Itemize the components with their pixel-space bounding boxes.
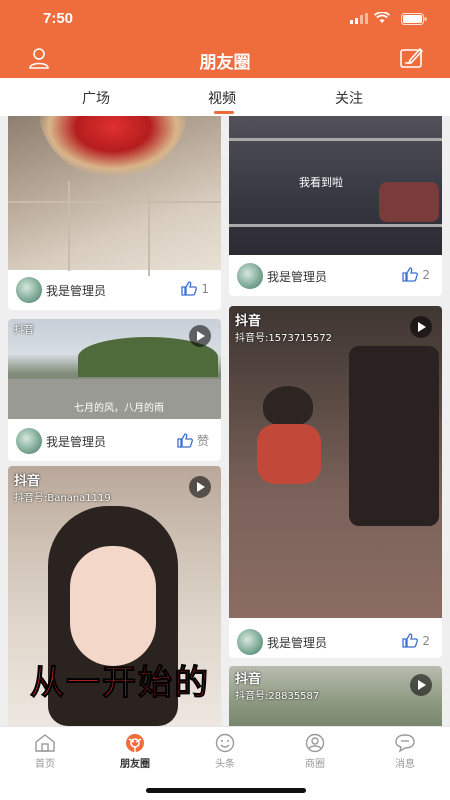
video-thumbnail[interactable]: 我看到啦: [229, 116, 442, 255]
video-thumbnail[interactable]: [8, 116, 221, 276]
nav-home[interactable]: 首页: [15, 733, 75, 770]
message-icon: [395, 734, 415, 753]
nav-moments[interactable]: 朋友圈: [105, 733, 165, 770]
video-card[interactable]: 抖音 七月的风，八月的雨 我是管理员 赞: [8, 319, 221, 461]
username[interactable]: 我是管理员: [46, 433, 106, 450]
like-button[interactable]: 2: [402, 633, 430, 648]
video-card[interactable]: 抖音 抖音号:28835587: [229, 666, 442, 726]
video-card[interactable]: 抖音 抖音号:Banana1119 从一开始的: [8, 466, 221, 726]
nav-headlines[interactable]: 头条: [195, 733, 255, 770]
video-feed[interactable]: 我是管理员 1 抖音 七月的风，八月的雨 我是管理员 赞 抖音 抖音号:Bana…: [0, 116, 450, 726]
card-meta: 我是管理员 2: [229, 622, 442, 658]
watermark: 抖音 抖音号:1573715572: [235, 314, 332, 344]
app-header: 7:50 朋友圈: [0, 0, 450, 78]
tab-square[interactable]: 广场: [82, 88, 110, 108]
thumbs-up-icon: [402, 267, 419, 282]
avatar[interactable]: [16, 428, 42, 454]
signal-icon: [350, 13, 368, 24]
like-count: 赞: [196, 434, 209, 448]
face-shape: [70, 546, 156, 666]
watermark: 抖音: [14, 325, 34, 336]
thumbs-up-icon: [177, 433, 193, 448]
video-thumbnail[interactable]: 抖音 抖音号:28835587: [229, 666, 442, 726]
moments-icon: [126, 734, 144, 752]
username[interactable]: 我是管理员: [46, 282, 106, 299]
like-count: 2: [422, 633, 430, 648]
chair-shape: [349, 346, 439, 526]
video-caption: 七月的风，八月的雨: [74, 403, 164, 414]
avatar[interactable]: [237, 263, 263, 289]
watermark: 抖音 抖音号:28835587: [235, 672, 320, 702]
home-indicator: [146, 788, 306, 793]
toy-image: [38, 116, 188, 176]
tab-video[interactable]: 视频: [208, 88, 236, 108]
status-bar: 7:50: [0, 0, 450, 38]
like-count: 1: [201, 281, 209, 296]
watermark: 抖音 抖音号:Banana1119: [14, 474, 111, 504]
username[interactable]: 我是管理员: [267, 634, 327, 651]
status-time: 7:50: [43, 10, 74, 27]
thumbs-up-icon: [402, 633, 419, 648]
like-button[interactable]: 1: [181, 281, 209, 296]
tab-bar: 广场 视频 关注: [0, 78, 450, 116]
shop-icon: [305, 733, 325, 753]
video-card[interactable]: 我是管理员 1: [8, 116, 221, 310]
avatar[interactable]: [237, 629, 263, 655]
tab-following[interactable]: 关注: [335, 88, 363, 108]
video-thumbnail[interactable]: 抖音 抖音号:1573715572: [229, 306, 442, 618]
like-button[interactable]: 2: [402, 267, 430, 282]
video-thumbnail[interactable]: 抖音 抖音号:Banana1119 从一开始的: [8, 466, 221, 726]
play-icon[interactable]: [189, 325, 211, 347]
play-icon[interactable]: [410, 316, 432, 338]
card-meta: 我是管理员 1: [8, 270, 221, 310]
video-caption: 我看到啦: [299, 176, 343, 189]
nav-bar: 朋友圈: [0, 38, 450, 78]
tab-indicator: [214, 111, 234, 114]
card-meta: 我是管理员 赞: [8, 421, 221, 461]
avatar[interactable]: [16, 277, 42, 303]
nav-shop[interactable]: 商圈: [285, 733, 345, 770]
clothes-shape: [379, 182, 439, 222]
like-button[interactable]: 赞: [177, 432, 209, 449]
battery-icon: [401, 13, 427, 25]
wifi-icon: [374, 12, 390, 23]
home-icon: [35, 734, 55, 752]
page-title: 朋友圈: [199, 53, 251, 73]
nav-messages[interactable]: 消息: [375, 733, 435, 770]
thumbs-up-icon: [181, 281, 198, 296]
like-count: 2: [422, 267, 430, 282]
card-meta: 我是管理员 2: [229, 256, 442, 296]
video-thumbnail[interactable]: 抖音 七月的风，八月的雨: [8, 319, 221, 419]
smile-icon: [215, 733, 235, 753]
video-card[interactable]: 我看到啦 我是管理员 2: [229, 116, 442, 296]
play-icon[interactable]: [189, 476, 211, 498]
play-icon[interactable]: [410, 674, 432, 696]
video-caption: 从一开始的: [30, 663, 210, 704]
cat-head-shape: [263, 386, 313, 426]
video-card[interactable]: 抖音 抖音号:1573715572 我是管理员 2: [229, 306, 442, 658]
username[interactable]: 我是管理员: [267, 268, 327, 285]
cat-sweater-shape: [257, 424, 321, 484]
edit-icon[interactable]: [400, 47, 424, 69]
